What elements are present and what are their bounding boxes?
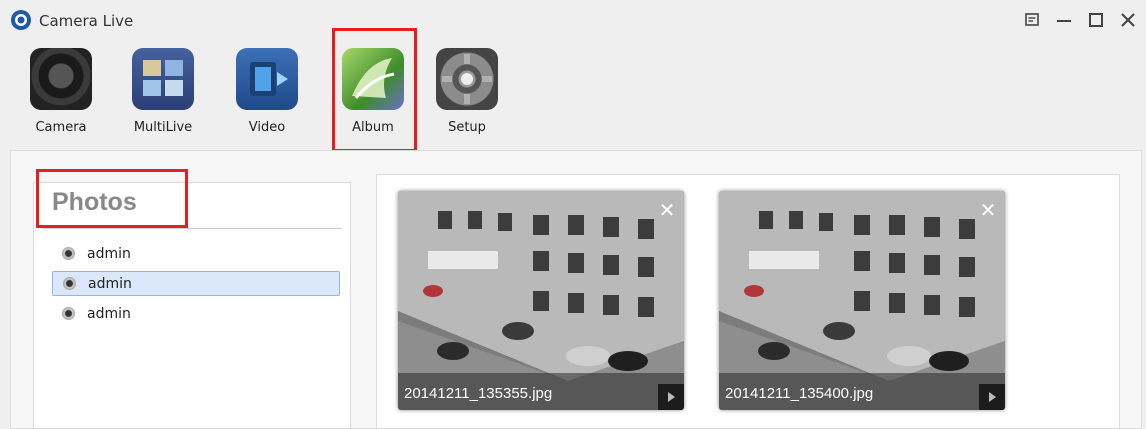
camera-live-logo-icon xyxy=(11,10,31,30)
setup-gear-icon xyxy=(436,48,498,110)
photo-thumbnail[interactable]: ✕ 20141211_135355.jpg xyxy=(398,191,684,410)
album-highlight-box xyxy=(332,28,417,152)
multilive-icon xyxy=(132,48,194,110)
toolbar-multilive-button[interactable]: MultiLive xyxy=(118,42,208,142)
toolbar-label: MultiLive xyxy=(133,120,193,135)
photos-highlight-box xyxy=(36,169,188,228)
user-dot-icon xyxy=(62,247,75,260)
user-name: admin xyxy=(87,305,131,322)
photo-image xyxy=(398,191,684,410)
toolbar-label: Camera xyxy=(35,120,87,135)
delete-photo-icon[interactable]: ✕ xyxy=(977,199,999,221)
photo-filename: 20141211_135400.jpg xyxy=(725,385,874,402)
user-item-admin[interactable]: admin xyxy=(52,301,340,326)
photo-filename: 20141211_135355.jpg xyxy=(404,385,553,402)
main-toolbar: Camera MultiLive Video Album Setup xyxy=(0,42,1146,146)
user-dot-icon xyxy=(63,277,76,290)
minimize-icon[interactable] xyxy=(1054,10,1074,30)
close-icon[interactable] xyxy=(1118,10,1138,30)
video-icon xyxy=(236,48,298,110)
maximize-icon[interactable] xyxy=(1086,10,1106,30)
menu-icon[interactable] xyxy=(1022,10,1042,30)
divider xyxy=(42,228,342,229)
user-item-admin-selected[interactable]: admin xyxy=(52,271,340,296)
delete-photo-icon[interactable]: ✕ xyxy=(656,199,678,221)
toolbar-camera-button[interactable]: Camera xyxy=(16,42,106,142)
photo-image xyxy=(719,191,1005,410)
photo-thumbnail[interactable]: ✕ 20141211_135400.jpg xyxy=(719,191,1005,410)
play-arrow-icon[interactable] xyxy=(658,384,684,410)
user-item-admin[interactable]: admin xyxy=(52,241,340,266)
user-name: admin xyxy=(88,275,132,292)
app-title: Camera Live xyxy=(39,12,134,30)
title-bar: Camera Live xyxy=(0,0,1146,40)
play-arrow-icon[interactable] xyxy=(979,384,1005,410)
user-name: admin xyxy=(87,245,131,262)
toolbar-video-button[interactable]: Video xyxy=(222,42,312,142)
user-dot-icon xyxy=(62,307,75,320)
camera-icon xyxy=(30,48,92,110)
toolbar-label: Setup xyxy=(448,120,486,135)
toolbar-label: Video xyxy=(248,120,286,135)
toolbar-setup-button[interactable]: Setup xyxy=(422,42,512,142)
